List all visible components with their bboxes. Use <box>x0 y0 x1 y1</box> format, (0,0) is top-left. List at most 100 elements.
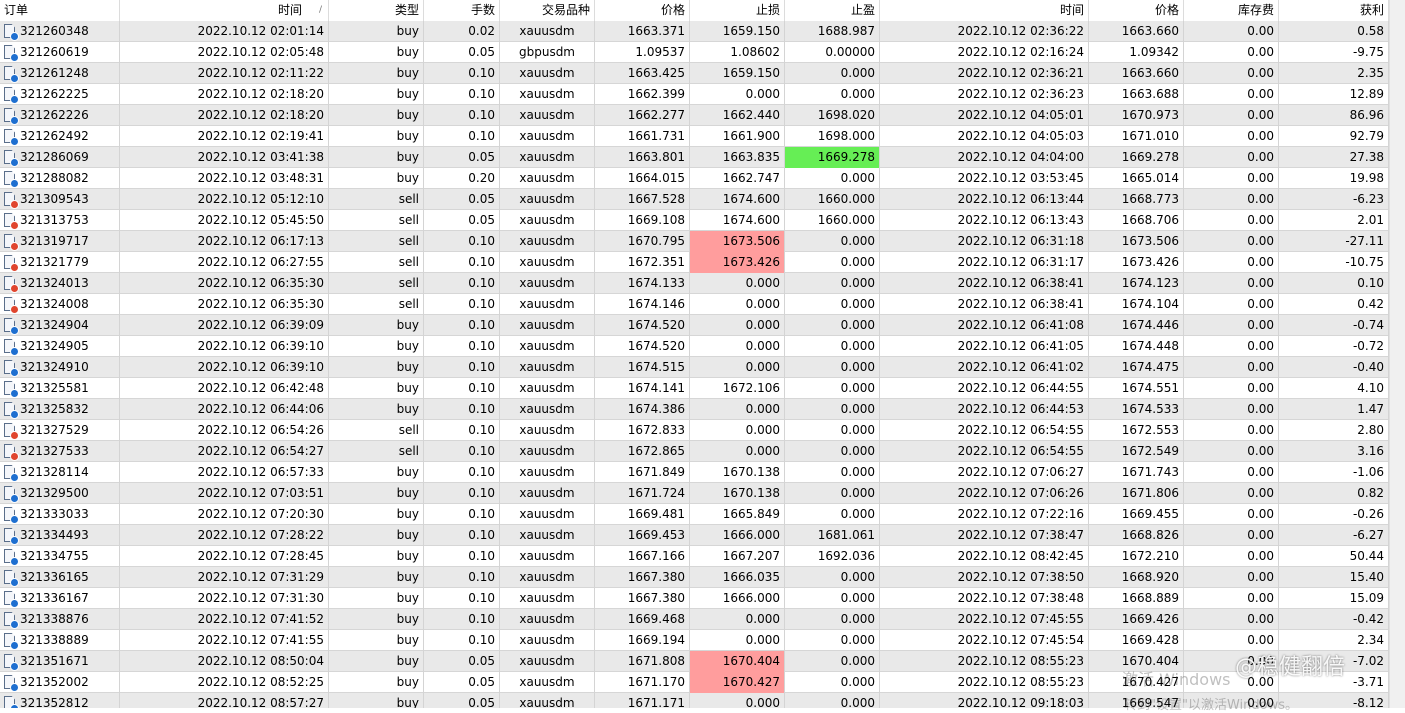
table-row[interactable]: 321288082 2022.10.12 03:48:31 buy 0.20 xauus… <box>0 168 1389 189</box>
cell-close-time: 2022.10.12 06:44:55 <box>880 378 1089 399</box>
cell-symbol: xauusdm <box>500 420 595 441</box>
table-row[interactable]: 321324008 2022.10.12 06:35:30 sell 0.10 xauu… <box>0 294 1389 315</box>
cell-order: 321319717 <box>0 231 120 252</box>
table-row[interactable]: 321327529 2022.10.12 06:54:26 sell 0.10 xauu… <box>0 420 1389 441</box>
cell-order: 321321779 <box>0 252 120 273</box>
vertical-scrollbar[interactable] <box>1389 0 1405 708</box>
sort-indicator-icon: / <box>318 5 322 15</box>
table-row[interactable]: 321260348 2022.10.12 02:01:14 buy 0.02 xauus… <box>0 21 1389 42</box>
cell-profit: -8.12 <box>1279 693 1389 708</box>
cell-close-time: 2022.10.12 04:05:01 <box>880 105 1089 126</box>
cell-profit: 0.82 <box>1279 483 1389 504</box>
cell-tp: 0.000 <box>785 63 880 84</box>
table-row[interactable]: 321333033 2022.10.12 07:20:30 buy 0.10 xauus… <box>0 504 1389 525</box>
column-header-symbol[interactable]: 交易品种 <box>500 0 595 21</box>
table-row[interactable]: 321325832 2022.10.12 06:44:06 buy 0.10 xauus… <box>0 399 1389 420</box>
cell-sl: 1659.150 <box>690 21 785 42</box>
column-header-type[interactable]: 类型 <box>329 0 424 21</box>
column-header-close-time[interactable]: 时间 <box>880 0 1089 21</box>
cell-type: buy <box>329 651 424 672</box>
table-row[interactable]: 321324910 2022.10.12 06:39:10 buy 0.10 xauus… <box>0 357 1389 378</box>
cell-close-price: 1674.123 <box>1089 273 1184 294</box>
order-number: 321334755 <box>20 549 89 563</box>
table-row[interactable]: 321327533 2022.10.12 06:54:27 sell 0.10 xauu… <box>0 441 1389 462</box>
column-header-close-price[interactable]: 价格 <box>1089 0 1184 21</box>
cell-close-time: 2022.10.12 08:42:45 <box>880 546 1089 567</box>
table-row[interactable]: 321262226 2022.10.12 02:18:20 buy 0.10 xauus… <box>0 105 1389 126</box>
cell-sl: 0.000 <box>690 420 785 441</box>
cell-close-price: 1674.446 <box>1089 315 1184 336</box>
cell-open-price: 1674.515 <box>595 357 690 378</box>
order-number: 321261248 <box>20 66 89 80</box>
table-row[interactable]: 321328114 2022.10.12 06:57:33 buy 0.10 xauus… <box>0 462 1389 483</box>
column-header-swap[interactable]: 库存费 <box>1184 0 1279 21</box>
table-row[interactable]: 321261248 2022.10.12 02:11:22 buy 0.10 xauus… <box>0 63 1389 84</box>
table-row[interactable]: 321324904 2022.10.12 06:39:09 buy 0.10 xauus… <box>0 315 1389 336</box>
table-row[interactable]: 321325581 2022.10.12 06:42:48 buy 0.10 xauus… <box>0 378 1389 399</box>
table-row[interactable]: 321286069 2022.10.12 03:41:38 buy 0.05 xauus… <box>0 147 1389 168</box>
table-row[interactable]: 321334493 2022.10.12 07:28:22 buy 0.10 xauus… <box>0 525 1389 546</box>
cell-open-price: 1669.194 <box>595 630 690 651</box>
cell-open-time: 2022.10.12 07:20:30 <box>120 504 329 525</box>
cell-close-time: 2022.10.12 04:05:03 <box>880 126 1089 147</box>
cell-lots: 0.05 <box>424 42 500 63</box>
cell-close-price: 1674.533 <box>1089 399 1184 420</box>
table-row[interactable]: 321352002 2022.10.12 08:52:25 buy 0.05 xauus… <box>0 672 1389 693</box>
column-header-open-time[interactable]: 时间 / <box>120 0 329 21</box>
cell-symbol: xauusdm <box>500 273 595 294</box>
cell-open-price: 1671.724 <box>595 483 690 504</box>
table-row[interactable]: 321319717 2022.10.12 06:17:13 sell 0.10 xauu… <box>0 231 1389 252</box>
column-header-profit[interactable]: 获利 <box>1279 0 1389 21</box>
cell-close-price: 1671.010 <box>1089 126 1184 147</box>
cell-close-time: 2022.10.12 07:06:26 <box>880 483 1089 504</box>
order-number: 321288082 <box>20 171 89 185</box>
table-row[interactable]: 321351671 2022.10.12 08:50:04 buy 0.05 xauus… <box>0 651 1389 672</box>
table-row[interactable]: 321338876 2022.10.12 07:41:52 buy 0.10 xauus… <box>0 609 1389 630</box>
cell-symbol: xauusdm <box>500 294 595 315</box>
table-row[interactable]: 321262225 2022.10.12 02:18:20 buy 0.10 xauus… <box>0 84 1389 105</box>
cell-open-price: 1663.371 <box>595 21 690 42</box>
trade-history-table: 订单 时间 / 类型 手数 交易品种 价格 止损 止盈 时间 价格 库存费 获利 321260348 20… <box>0 0 1405 708</box>
cell-tp: 1692.036 <box>785 546 880 567</box>
cell-tp: 1660.000 <box>785 210 880 231</box>
table-row[interactable]: 321260619 2022.10.12 02:05:48 buy 0.05 gbpus… <box>0 42 1389 63</box>
cell-type: sell <box>329 294 424 315</box>
table-row[interactable]: 321321779 2022.10.12 06:27:55 sell 0.10 xauu… <box>0 252 1389 273</box>
cell-open-price: 1674.520 <box>595 336 690 357</box>
table-row[interactable]: 321309543 2022.10.12 05:12:10 sell 0.05 xauu… <box>0 189 1389 210</box>
table-row[interactable]: 321336165 2022.10.12 07:31:29 buy 0.10 xauus… <box>0 567 1389 588</box>
cell-swap: 0.00 <box>1184 609 1279 630</box>
column-header-sl[interactable]: 止损 <box>690 0 785 21</box>
cell-symbol: xauusdm <box>500 567 595 588</box>
cell-sl: 0.000 <box>690 399 785 420</box>
table-row[interactable]: 321338889 2022.10.12 07:41:55 buy 0.10 xauus… <box>0 630 1389 651</box>
column-header-tp[interactable]: 止盈 <box>785 0 880 21</box>
cell-order: 321262226 <box>0 105 120 126</box>
cell-open-time: 2022.10.12 03:48:31 <box>120 168 329 189</box>
cell-tp: 0.000 <box>785 336 880 357</box>
cell-profit: -10.75 <box>1279 252 1389 273</box>
cell-open-price: 1674.133 <box>595 273 690 294</box>
table-row[interactable]: 321262492 2022.10.12 02:19:41 buy 0.10 xauus… <box>0 126 1389 147</box>
buy-indicator-icon <box>10 368 19 377</box>
column-header-order[interactable]: 订单 <box>0 0 120 21</box>
buy-indicator-icon <box>10 53 19 62</box>
table-row[interactable]: 321324905 2022.10.12 06:39:10 buy 0.10 xauus… <box>0 336 1389 357</box>
column-header-lots[interactable]: 手数 <box>424 0 500 21</box>
table-row[interactable]: 321334755 2022.10.12 07:28:45 buy 0.10 xauus… <box>0 546 1389 567</box>
cell-close-price: 1.09342 <box>1089 42 1184 63</box>
table-row[interactable]: 321336167 2022.10.12 07:31:30 buy 0.10 xauus… <box>0 588 1389 609</box>
sell-indicator-icon <box>10 200 19 209</box>
table-row[interactable]: 321313753 2022.10.12 05:45:50 sell 0.05 xauu… <box>0 210 1389 231</box>
cell-type: buy <box>329 147 424 168</box>
sell-indicator-icon <box>10 452 19 461</box>
cell-lots: 0.10 <box>424 231 500 252</box>
table-row[interactable]: 321324013 2022.10.12 06:35:30 sell 0.10 xauu… <box>0 273 1389 294</box>
cell-swap: 0.00 <box>1184 147 1279 168</box>
cell-swap: 0.00 <box>1184 693 1279 708</box>
cell-open-price: 1671.808 <box>595 651 690 672</box>
cell-type: sell <box>329 189 424 210</box>
table-row[interactable]: 321352812 2022.10.12 08:57:27 buy 0.05 xauus… <box>0 693 1389 708</box>
column-header-open-price[interactable]: 价格 <box>595 0 690 21</box>
table-row[interactable]: 321329500 2022.10.12 07:03:51 buy 0.10 xauus… <box>0 483 1389 504</box>
